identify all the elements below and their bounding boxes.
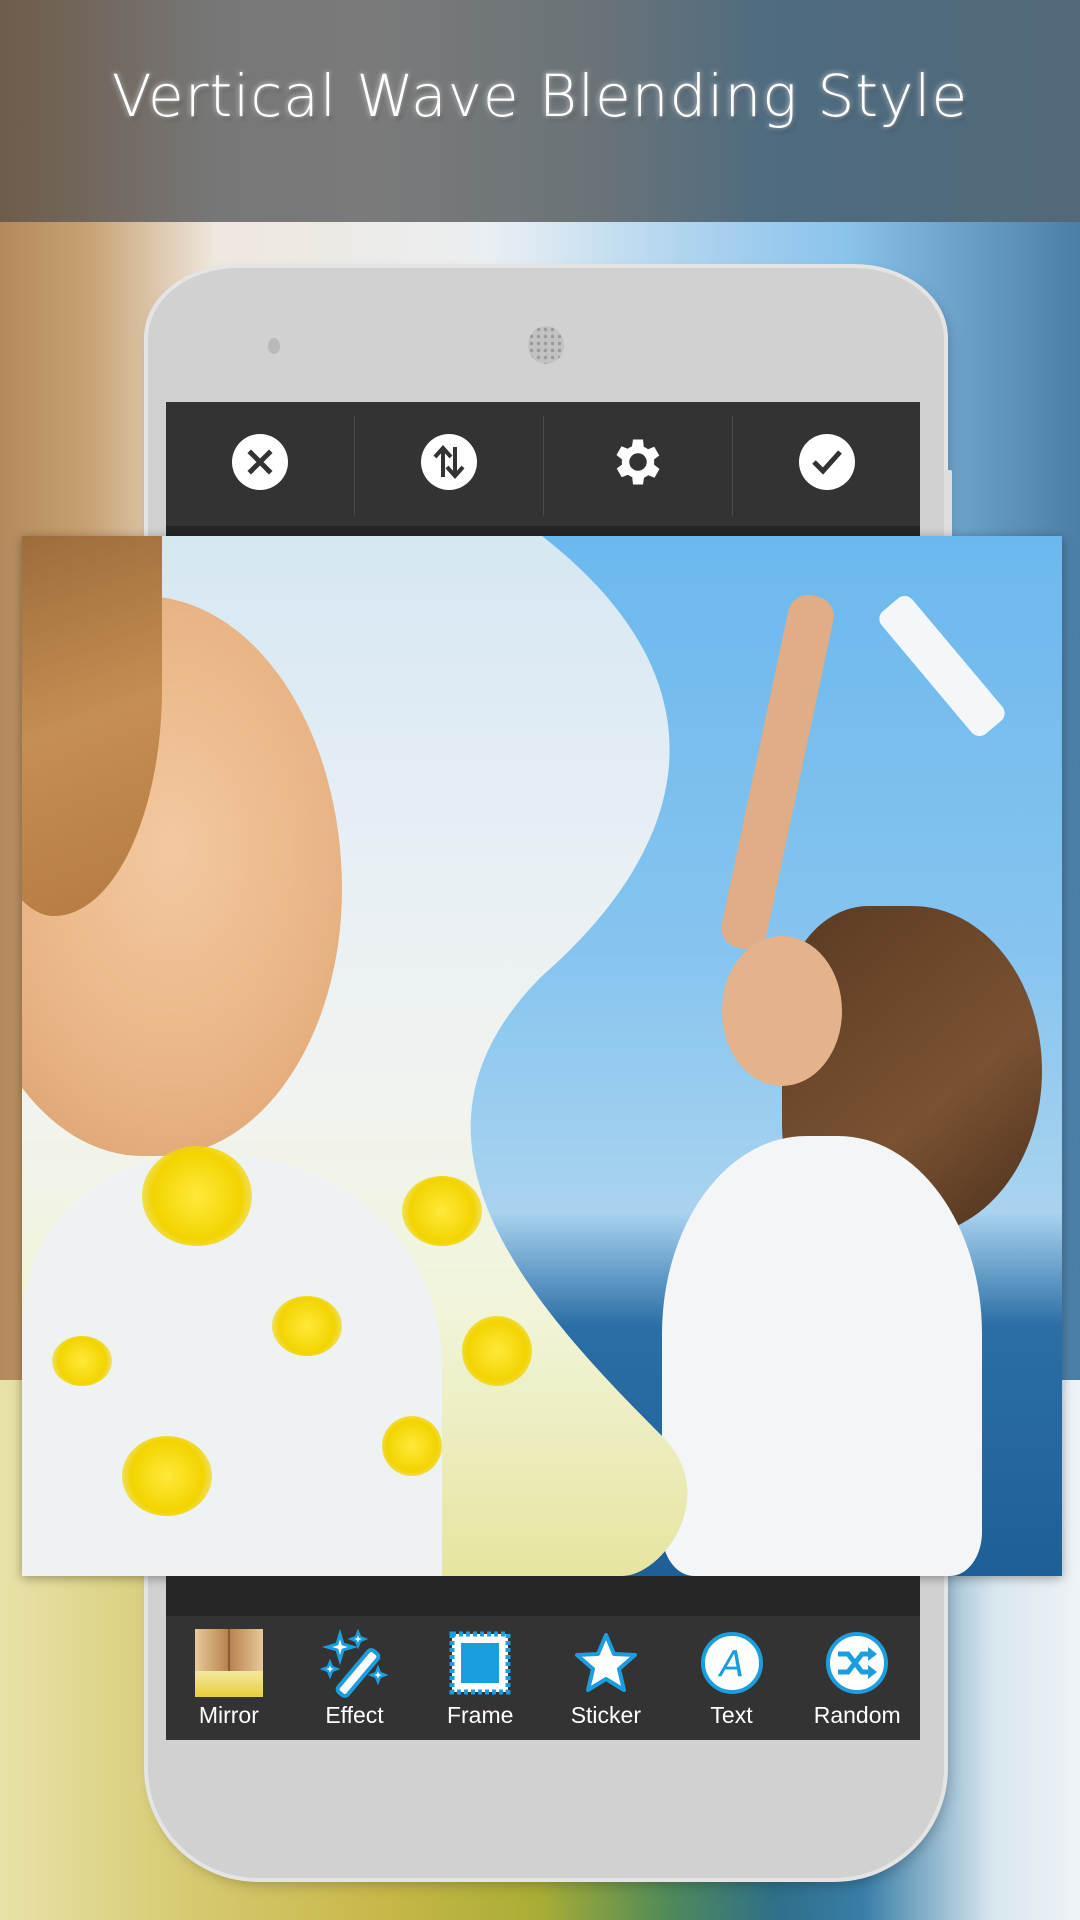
scarf [875, 591, 1009, 741]
tool-label: Text [710, 1702, 753, 1728]
settings-button[interactable] [544, 402, 732, 522]
phone-camera [268, 338, 280, 354]
tool-effect[interactable]: Effect [292, 1616, 418, 1740]
bottom-toolbar: Mirror Effect Frame Sticker A Text Rando… [166, 1616, 920, 1740]
flower [142, 1146, 252, 1246]
girl-face [722, 936, 842, 1086]
flower [52, 1336, 112, 1386]
tool-label: Mirror [198, 1702, 259, 1728]
phone-speaker [528, 326, 564, 364]
flower [272, 1296, 342, 1356]
close-icon [232, 434, 288, 490]
tool-label: Effect [325, 1702, 384, 1728]
checkmark-icon [799, 434, 855, 490]
swap-vertical-icon [421, 434, 477, 490]
raised-arm [717, 591, 838, 953]
shuffle-icon [826, 1632, 889, 1694]
magic-wand-icon [319, 1628, 388, 1698]
bottom-toolbar-header [166, 1576, 920, 1616]
flower [382, 1416, 442, 1476]
top-toolbar [166, 402, 920, 534]
white-dress [662, 1136, 982, 1576]
flower [122, 1436, 212, 1516]
close-button[interactable] [166, 402, 354, 522]
banner-title: Vertical Wave Blending Style [111, 62, 969, 130]
svg-text:A: A [717, 1644, 744, 1685]
promo-banner: Vertical Wave Blending Style [0, 0, 1080, 222]
tool-frame[interactable]: Frame [417, 1616, 543, 1740]
mirror-thumbnail-icon [194, 1629, 263, 1697]
frame-icon [449, 1631, 511, 1695]
swap-button[interactable] [355, 402, 543, 522]
tool-label: Random [813, 1702, 901, 1728]
flower [462, 1316, 532, 1386]
gear-icon [616, 439, 660, 485]
tool-text[interactable]: A Text [669, 1616, 795, 1740]
tool-mirror[interactable]: Mirror [166, 1616, 292, 1740]
photo-canvas[interactable] [22, 536, 1062, 1576]
text-icon: A [700, 1632, 763, 1694]
confirm-button[interactable] [733, 402, 921, 522]
star-icon [574, 1633, 637, 1692]
tool-random[interactable]: Random [794, 1616, 920, 1740]
tool-label: Frame [446, 1702, 514, 1728]
flower [402, 1176, 482, 1246]
tool-sticker[interactable]: Sticker [543, 1616, 669, 1740]
tool-label: Sticker [570, 1702, 641, 1728]
